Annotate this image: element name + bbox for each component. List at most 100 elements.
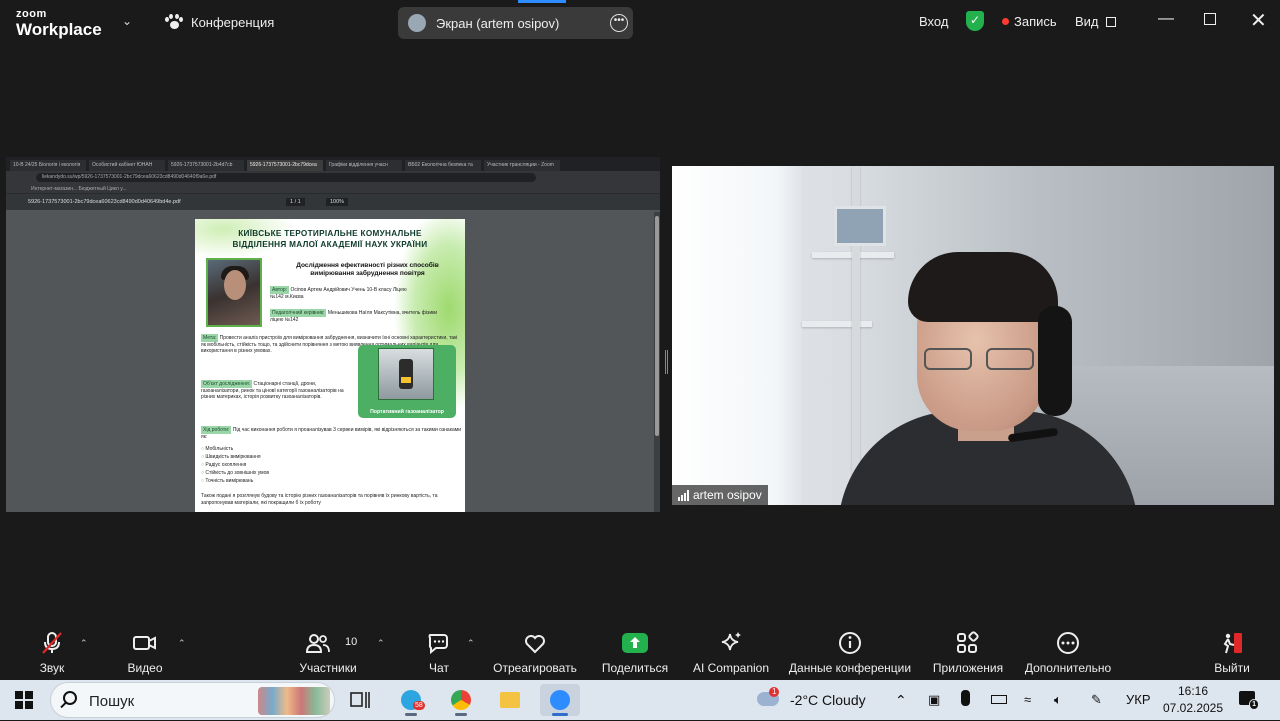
criteria-list: Мобільність Швидкість вимірювання Радіус… xyxy=(201,445,269,485)
windows-taskbar: Пошук 58 1 -2°C Cloudy ⌃ ▣ ≈ 🔈︎ ✎ УКР 16… xyxy=(0,680,1280,720)
apps-button[interactable]: Приложения xyxy=(928,622,1008,680)
browser-tabs: 10-В 24/25 Біологія і екологія Особистий… xyxy=(6,157,660,171)
brand-line2: Workplace xyxy=(16,20,102,39)
participant-name: artem osipov xyxy=(693,488,762,502)
browser-tab[interactable]: 5926-1737573001-2b4d7cb xyxy=(168,160,244,171)
meeting-info-button[interactable]: Данные конференции xyxy=(784,622,916,680)
chevron-down-icon[interactable]: ⌄ xyxy=(122,14,132,28)
view-layout-icon xyxy=(1106,17,1117,27)
chat-label: Чат xyxy=(429,661,449,675)
record-button[interactable]: Запись xyxy=(1002,14,1057,29)
browser-tab[interactable]: 10-В 24/25 Біологія і екологія xyxy=(10,160,86,171)
leave-label: Выйти xyxy=(1214,661,1250,675)
tray-chevron-up-icon[interactable]: ⌃ xyxy=(895,692,907,709)
list-item: Мобільність xyxy=(201,445,269,453)
clock-time: 16:16 xyxy=(1177,684,1209,698)
pdf-filename: 5926-1737573001-2bc79dcea60623cd8490d0d4… xyxy=(28,199,181,205)
more-icon xyxy=(1057,632,1079,654)
url-field[interactable]: liekandydo.su/wp/5926-1737573001-2bc79dc… xyxy=(36,173,536,182)
split-handle[interactable] xyxy=(665,350,668,374)
participants-icon xyxy=(305,634,330,653)
pdf-toolbar: 5926-1737573001-2bc79dcea60623cd8490d0d4… xyxy=(6,194,660,210)
participant-video[interactable]: artem osipov xyxy=(672,166,1274,505)
process-text: Під час виконання роботи я проаналізував… xyxy=(201,427,462,440)
list-item: Точність вимірювань xyxy=(201,477,269,485)
browser-tab[interactable]: ВБ02 Екологічна безпека та xyxy=(405,160,481,171)
chrome-icon[interactable] xyxy=(441,684,481,716)
file-explorer-icon[interactable] xyxy=(490,684,530,716)
photo-frame xyxy=(834,206,886,246)
pdf-scrollbar[interactable] xyxy=(654,212,660,512)
speaker-icon[interactable]: 🔈︎ xyxy=(1054,692,1062,708)
chat-icon xyxy=(428,634,448,655)
apps-icon xyxy=(957,631,979,653)
leave-button[interactable]: Выйти xyxy=(1206,622,1258,680)
shield-icon[interactable]: ✓ xyxy=(966,11,984,31)
participants-count: 10 xyxy=(345,636,358,648)
minimize-icon[interactable]: — xyxy=(1158,10,1174,28)
ai-companion-button[interactable]: AI Companion xyxy=(688,622,774,680)
meeting-toolbar: Звук ⌃ Видео ⌃ Участники 10 ⌃ Чат ⌃ Отре… xyxy=(0,622,1280,680)
telegram-icon[interactable]: 58 xyxy=(391,684,431,716)
tray-app-icon[interactable]: ▣ xyxy=(928,692,940,708)
bookmarks-bar: Интернет-магазин... Бюджетный Цикл у... xyxy=(6,184,660,194)
restore-icon[interactable] xyxy=(1204,13,1216,25)
gas-analyzer-card: Портативний газоаналізатор xyxy=(358,345,456,418)
window-light xyxy=(672,166,802,505)
list-item: Радіус охоплення xyxy=(201,461,269,469)
browser-tab[interactable]: Особистий кабінет ЮНАН xyxy=(89,160,165,171)
taskbar-search[interactable]: Пошук xyxy=(50,682,335,718)
battery-icon[interactable] xyxy=(991,695,1007,704)
audio-button[interactable]: Звук xyxy=(22,622,82,680)
video-label: Видео xyxy=(127,661,163,675)
ai-companion-label: AI Companion xyxy=(692,661,770,675)
video-button[interactable]: Видео xyxy=(115,622,175,680)
audio-options-caret[interactable]: ⌃ xyxy=(80,638,88,649)
author-block: Автор: Осіпов Артем Андрійович Учень 10-… xyxy=(270,286,420,300)
clock[interactable]: 16:16 07.02.2025 xyxy=(1161,683,1225,717)
wifi-icon[interactable]: ≈ xyxy=(1024,692,1031,707)
pdf-page: КИЇВСЬКЕ ТЕРОТИРІАЛЬНЕ КОМУНАЛЬНЕ ВІДДІЛ… xyxy=(195,219,465,512)
participants-button[interactable]: Участники xyxy=(292,622,364,680)
author-text: Осіпов Артем Андрійович Учень 10-В класу… xyxy=(270,287,407,300)
apps-label: Приложения xyxy=(932,661,1004,675)
conference-button[interactable]: Конференция xyxy=(165,14,274,30)
shared-screen[interactable]: 10-В 24/25 Біологія і екологія Особистий… xyxy=(6,157,660,512)
signin-button[interactable]: Вход xyxy=(919,14,948,29)
page-indicator[interactable]: 1 / 1 xyxy=(286,198,305,206)
chat-options-caret[interactable]: ⌃ xyxy=(467,638,475,649)
view-button[interactable]: Вид xyxy=(1075,14,1117,29)
notification-icon[interactable]: 1 xyxy=(1239,691,1259,710)
pen-icon[interactable]: ✎ xyxy=(1091,692,1102,708)
share-button[interactable]: Поделиться xyxy=(597,622,673,680)
more-label: Дополнительно xyxy=(1024,661,1112,675)
info-icon xyxy=(839,632,861,654)
search-highlight-image xyxy=(258,687,330,715)
record-label: Запись xyxy=(1014,14,1057,29)
browser-tab[interactable]: Графіки відділення учасн xyxy=(326,160,402,171)
more-button[interactable]: Дополнительно xyxy=(1018,622,1118,680)
zoom-app-icon[interactable] xyxy=(540,684,580,716)
list-item: Швидкість вимірювання xyxy=(201,453,269,461)
screen-share-indicator[interactable]: Экран (artem osipov) ••• xyxy=(398,7,633,39)
task-view-icon[interactable] xyxy=(340,684,380,716)
heart-icon xyxy=(525,635,545,654)
gas-analyzer-image xyxy=(378,348,434,400)
more-icon[interactable]: ••• xyxy=(610,14,628,32)
video-options-caret[interactable]: ⌃ xyxy=(178,638,186,649)
browser-tab[interactable]: Участник трансляции - Zoom xyxy=(484,160,560,171)
microphone-icon[interactable] xyxy=(961,690,970,706)
zoom-level[interactable]: 100% xyxy=(326,198,349,206)
language-indicator[interactable]: УКР xyxy=(1126,692,1151,707)
weather-text[interactable]: -2°C Cloudy xyxy=(790,692,866,708)
browser-tab-active[interactable]: 5926-1737573001-2bc79dcea xyxy=(247,160,323,171)
participants-options-caret[interactable]: ⌃ xyxy=(377,638,385,649)
chat-button[interactable]: Чат xyxy=(415,622,463,680)
list-item: Стійкість до зовнішніх умов xyxy=(201,469,269,477)
close-icon[interactable]: ✕ xyxy=(1250,8,1267,33)
gas-analyzer-caption: Портативний газоаналізатор xyxy=(370,409,444,415)
react-button[interactable]: Отреагировать xyxy=(488,622,582,680)
search-icon xyxy=(63,691,77,705)
footer-text: Також подані я розглянув будову та істор… xyxy=(201,493,438,506)
windows-start-icon[interactable] xyxy=(15,691,33,709)
